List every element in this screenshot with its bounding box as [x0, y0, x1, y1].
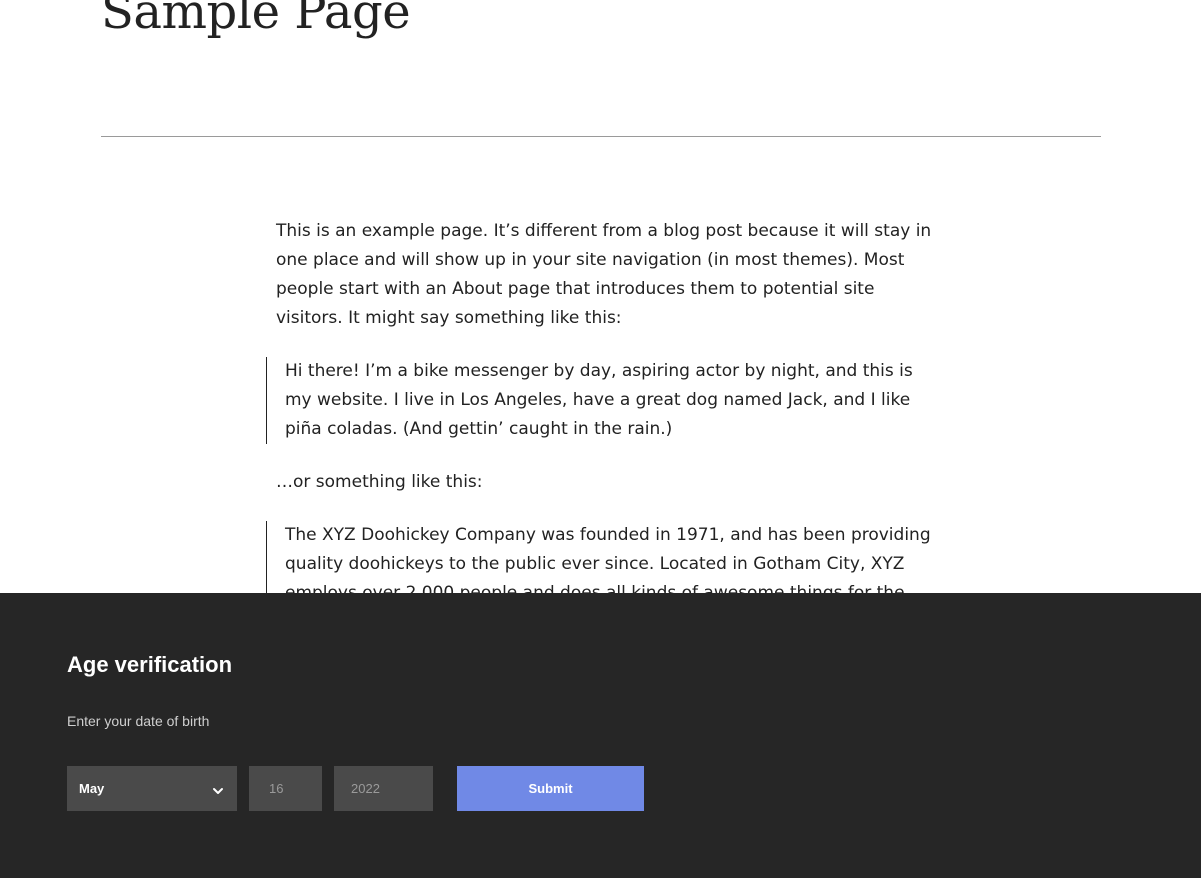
- month-select[interactable]: May: [67, 766, 237, 811]
- month-select-value: May: [79, 781, 105, 796]
- page-title: Sample Page: [101, 0, 411, 40]
- age-verification-title: Age verification: [67, 652, 233, 677]
- date-of-birth-instruction: Enter your date of birth: [67, 713, 210, 729]
- title-divider: [101, 136, 1101, 137]
- day-input[interactable]: 16: [249, 766, 322, 811]
- chevron-down-icon: [211, 784, 225, 798]
- submit-button[interactable]: Submit: [457, 766, 644, 811]
- day-input-value: 16: [269, 781, 284, 796]
- intro-paragraph: This is an example page. It’s different …: [276, 221, 932, 328]
- year-input[interactable]: 2022: [334, 766, 433, 811]
- quote-block-1: Hi there! I’m a bike messenger by day, a…: [266, 357, 936, 444]
- quote-text-1: Hi there! I’m a bike messenger by day, a…: [285, 361, 913, 439]
- year-input-value: 2022: [351, 781, 380, 796]
- middle-paragraph: …or something like this:: [276, 472, 483, 492]
- age-verification-overlay: Age verification Enter your date of birt…: [0, 593, 1201, 878]
